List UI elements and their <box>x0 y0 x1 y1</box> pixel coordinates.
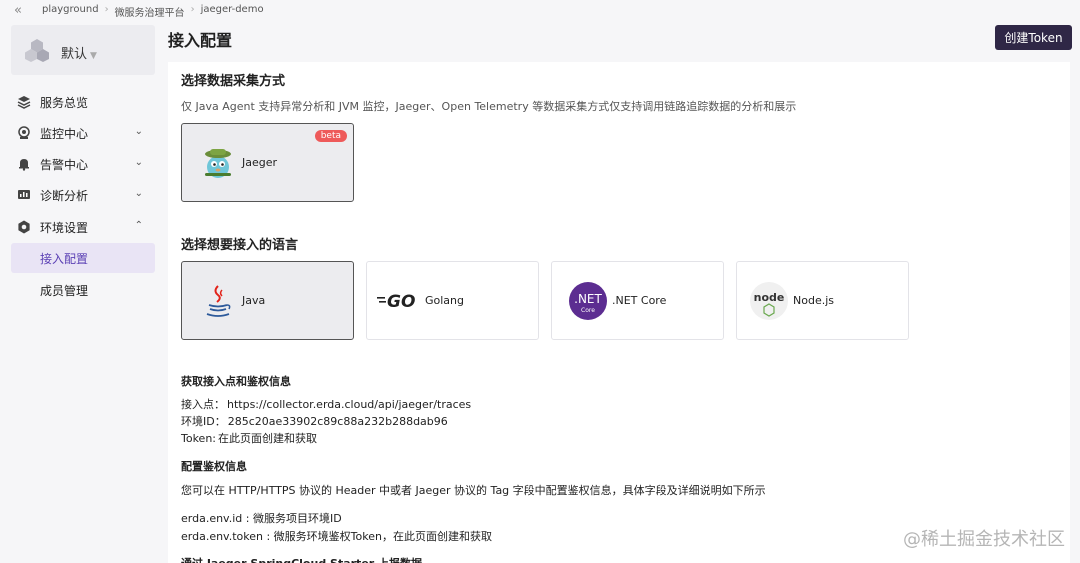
sidebar-item-env-settings[interactable]: 环境设置 ⌃ <box>11 212 155 242</box>
breadcrumb-separator: › <box>190 4 195 15</box>
env-id-line: 环境ID： 285c20ae33902c89c88a232b288dab96 <box>181 413 448 429</box>
sidebar-item-label: 诊断分析 <box>40 188 89 203</box>
workspace-switcher[interactable]: 默认 ▼ <box>11 25 155 75</box>
language-option-nodejs[interactable]: node Node.js <box>736 261 909 340</box>
golang-logo-text: GO <box>387 292 415 311</box>
sidebar-item-label: 告警中心 <box>40 157 89 172</box>
auth-title: 配置鉴权信息 <box>181 460 247 473</box>
chart-icon <box>17 188 31 202</box>
nodejs-logo-text: node <box>754 291 785 304</box>
env-id-value: 285c20ae33902c89c88a232b288dab96 <box>227 415 448 428</box>
collect-method-description: 仅 Java Agent 支持异常分析和 JVM 监控，Jaeger、Open … <box>181 100 797 113</box>
auth-env-id: erda.env.id : 微服务项目环境ID <box>181 512 342 525</box>
language-option-dotnet[interactable]: .NET Core .NET Core <box>551 261 724 340</box>
endpoint-url-value: https://collector.erda.cloud/api/jaeger/… <box>227 398 472 411</box>
dotnet-logo-text: .NET <box>574 292 602 306</box>
sidebar-subitem-members[interactable]: 成员管理 <box>11 275 155 305</box>
sidebar-subitem-access-config[interactable]: 接入配置 <box>11 243 155 273</box>
sidebar-item-label: 服务总览 <box>40 95 89 110</box>
token-line: Token: 在此页面创建和获取 <box>181 430 317 446</box>
language-option-name: Golang <box>425 294 465 307</box>
workspace-name: 默认 <box>61 47 88 62</box>
dotnet-logo-subtext: Core <box>581 307 595 314</box>
sidebar-item-diagnosis[interactable]: 诊断分析 ⌄ <box>11 180 155 210</box>
page-title: 接入配置 <box>168 31 233 50</box>
nodejs-logo-icon: node <box>749 281 789 321</box>
collect-option-name: Jaeger <box>242 156 278 169</box>
next-section-title: 通过 Jaeger SpringCloud Starter 上报数据 <box>181 555 422 563</box>
token-label: Token: <box>181 432 217 445</box>
beta-badge: beta <box>314 130 347 142</box>
collapse-sidebar-icon[interactable]: « <box>14 3 22 18</box>
main-content: 选择数据采集方式 仅 Java Agent 支持异常分析和 JVM 监控，Jae… <box>168 62 1070 563</box>
golang-logo-icon: GO <box>377 281 421 321</box>
sidebar-item-overview[interactable]: 服务总览 <box>11 87 155 117</box>
monitor-icon <box>17 126 31 140</box>
sidebar-item-label: 环境设置 <box>40 220 89 235</box>
collect-option-jaeger[interactable]: Jaeger beta <box>181 123 354 202</box>
language-option-golang[interactable]: GO Golang <box>366 261 539 340</box>
gear-icon <box>17 220 31 234</box>
breadcrumb-item[interactable]: playground <box>42 4 99 19</box>
endpoint-title: 获取接入点和鉴权信息 <box>181 375 291 388</box>
token-value: 在此页面创建和获取 <box>218 432 318 445</box>
language-option-name: Node.js <box>793 294 834 307</box>
sidebar-subitem-label: 成员管理 <box>40 283 89 298</box>
dotnet-logo-icon: .NET Core <box>568 281 608 321</box>
workspace-logo-icon <box>25 39 49 62</box>
sidebar: « 默认 ▼ 服务总览 监控中心 ⌄ 告警中心 ⌄ 诊断分析 ⌄ 环境设置 ⌃ … <box>0 0 162 563</box>
chevron-up-icon: ⌃ <box>134 220 143 231</box>
language-title: 选择想要接入的语言 <box>181 238 299 253</box>
language-option-java[interactable]: Java <box>181 261 354 340</box>
sidebar-item-alert[interactable]: 告警中心 ⌄ <box>11 149 155 179</box>
layers-icon <box>17 95 31 109</box>
bell-icon <box>17 157 31 171</box>
collect-method-title: 选择数据采集方式 <box>181 74 286 89</box>
watermark: @稀土掘金技术社区 <box>903 529 1065 550</box>
sidebar-item-label: 监控中心 <box>40 126 89 141</box>
breadcrumb-item[interactable]: 微服务治理平台 <box>115 4 185 19</box>
language-option-name: Java <box>242 294 266 307</box>
auth-env-token: erda.env.token : 微服务环境鉴权Token，在此页面创建和获取 <box>181 530 492 543</box>
breadcrumb-item[interactable]: jaeger-demo <box>201 4 264 19</box>
breadcrumb-separator: › <box>104 4 109 15</box>
jaeger-logo-icon <box>198 143 238 183</box>
language-option-name: .NET Core <box>612 294 667 307</box>
sidebar-subitem-label: 接入配置 <box>40 251 89 266</box>
chevron-down-icon: ⌄ <box>134 157 143 168</box>
chevron-down-icon: ⌄ <box>134 126 143 137</box>
breadcrumb: playground › 微服务治理平台 › jaeger-demo <box>42 4 264 19</box>
endpoint-url-label: 接入点： <box>181 398 225 411</box>
env-id-label: 环境ID： <box>181 415 226 428</box>
java-logo-icon <box>198 281 238 321</box>
sidebar-item-monitor[interactable]: 监控中心 ⌄ <box>11 118 155 148</box>
caret-down-icon: ▼ <box>90 51 97 61</box>
endpoint-url-line: 接入点： https://collector.erda.cloud/api/jae… <box>181 396 471 412</box>
auth-description: 您可以在 HTTP/HTTPS 协议的 Header 中或者 Jaeger 协议… <box>181 484 766 497</box>
create-token-button[interactable]: 创建Token <box>995 25 1072 50</box>
chevron-down-icon: ⌄ <box>134 188 143 199</box>
